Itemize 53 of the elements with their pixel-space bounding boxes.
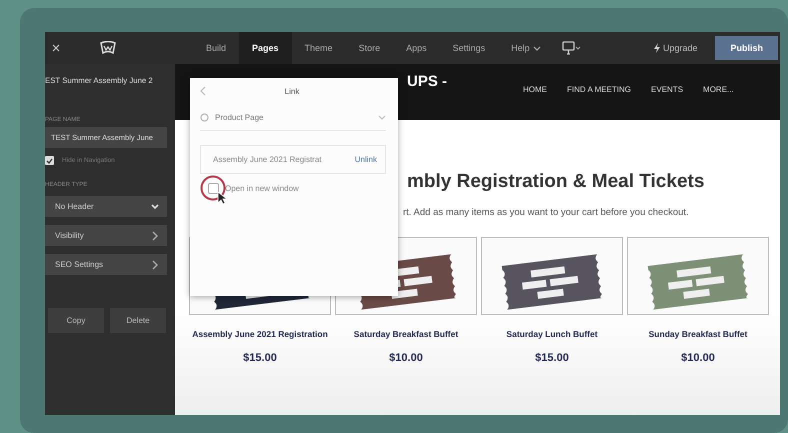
nav-tab[interactable]: Theme bbox=[292, 32, 346, 64]
link-type-dropdown[interactable]: Product Page bbox=[200, 104, 386, 131]
site-nav-link[interactable]: MORE... bbox=[703, 84, 734, 94]
site-nav-link[interactable]: HOME bbox=[523, 84, 547, 94]
click-highlight-icon bbox=[200, 175, 226, 201]
settings-row[interactable]: Visibility bbox=[45, 225, 167, 246]
publish-button[interactable]: Publish bbox=[715, 36, 778, 60]
product-name[interactable]: Saturday Lunch Buffet bbox=[482, 324, 622, 344]
site-nav-link[interactable]: EVENTS bbox=[651, 84, 684, 94]
chevron-icon bbox=[151, 230, 159, 240]
nav-tab[interactable]: Apps bbox=[393, 32, 440, 64]
caret-icon bbox=[378, 114, 386, 120]
product-price: $10.00 bbox=[389, 352, 423, 364]
logo-icon[interactable] bbox=[100, 41, 116, 55]
lightning-icon bbox=[654, 43, 660, 53]
site-nav-link[interactable]: FIND A MEETING bbox=[567, 84, 632, 94]
intro-text: rt. Add as many items as you want to your cart before you checkout. bbox=[403, 207, 690, 218]
caret-icon bbox=[532, 44, 541, 52]
nav-tab[interactable]: Help bbox=[498, 32, 554, 64]
dropdown-value: Product Page bbox=[215, 112, 264, 122]
product-price: $10.00 bbox=[681, 352, 715, 364]
checkbox-label: Open in new window bbox=[225, 184, 299, 193]
unlink-link[interactable]: Unlink bbox=[354, 155, 377, 164]
nav-tab[interactable]: Store bbox=[346, 32, 394, 64]
product-price: $15.00 bbox=[243, 352, 277, 364]
product-name[interactable]: Sunday Breakfast Buffet bbox=[628, 324, 768, 344]
action-button[interactable]: Copy bbox=[48, 308, 104, 333]
product-name[interactable]: Assembly June 2021 Registration bbox=[190, 324, 330, 344]
header-type-dropdown[interactable]: No Header bbox=[45, 196, 167, 217]
product-name[interactable]: Saturday Breakfast Buffet bbox=[336, 324, 476, 344]
chevron-icon bbox=[151, 260, 159, 270]
linked-item: Assembly June 2021 Registrat bbox=[213, 155, 322, 164]
nav-tab[interactable]: Build bbox=[193, 32, 240, 64]
linked-item-field[interactable]: Assembly June 2021 Registrat Unlink bbox=[200, 145, 386, 174]
dropdown-value: No Header bbox=[55, 202, 94, 211]
page-heading: mbly Registration & Meal Tickets bbox=[407, 171, 706, 193]
page-icon bbox=[200, 112, 209, 122]
product-price: $15.00 bbox=[535, 352, 569, 364]
close-button[interactable]: × bbox=[47, 40, 65, 56]
checkbox[interactable] bbox=[45, 156, 54, 165]
popup-title: Link bbox=[284, 86, 300, 96]
caret-icon bbox=[151, 203, 159, 210]
row-label: SEO Settings bbox=[55, 260, 104, 269]
row-label: Visibility bbox=[55, 231, 84, 240]
upgrade-button[interactable]: Upgrade bbox=[654, 43, 698, 53]
cursor-icon bbox=[217, 191, 227, 205]
site-title: UPS - bbox=[407, 72, 448, 92]
nav-tab[interactable]: Pages bbox=[239, 32, 292, 64]
checkbox[interactable] bbox=[208, 183, 219, 194]
settings-row[interactable]: SEO Settings bbox=[45, 254, 167, 275]
action-button[interactable]: Delete bbox=[110, 308, 166, 333]
monitor-icon[interactable] bbox=[562, 41, 582, 55]
nav-tab[interactable]: Settings bbox=[440, 32, 498, 64]
